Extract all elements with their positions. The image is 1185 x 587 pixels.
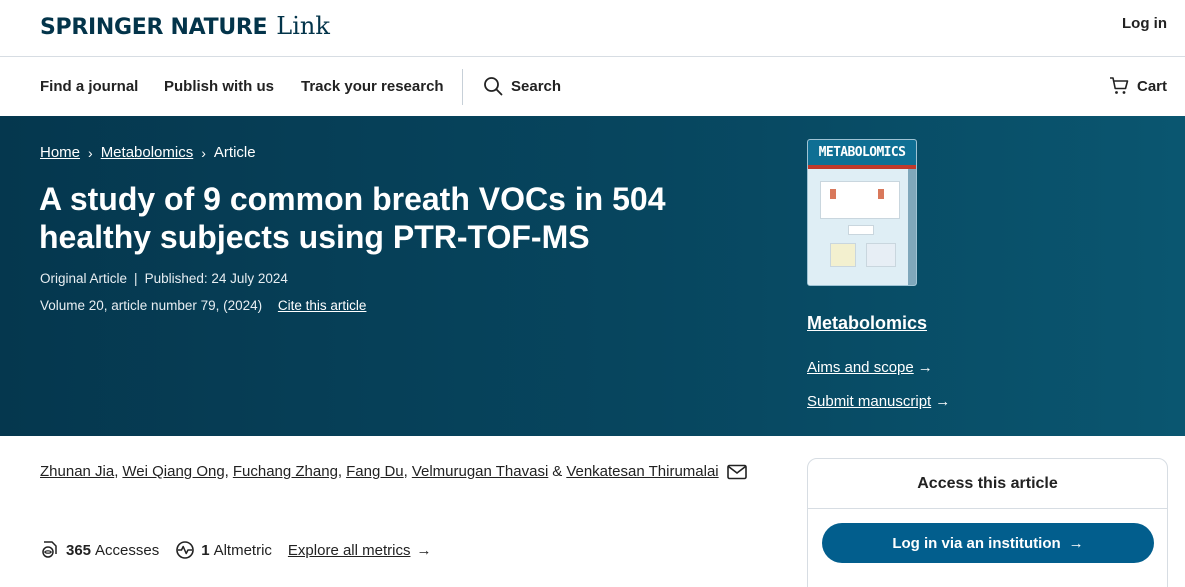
login-link[interactable]: Log in bbox=[1122, 15, 1167, 32]
cart-button[interactable]: Cart bbox=[1109, 76, 1167, 96]
logo-brand: SPRINGER NATURE bbox=[40, 15, 268, 40]
author-link[interactable]: Velmurugan Thavasi bbox=[412, 463, 548, 480]
aims-scope-label: Aims and scope bbox=[807, 359, 914, 376]
main-nav: Find a journal Publish with us Track you… bbox=[0, 58, 1185, 116]
accesses-count: 365 bbox=[66, 541, 92, 559]
cover-figure bbox=[830, 189, 836, 199]
search-icon bbox=[484, 77, 503, 96]
cite-this-article-link[interactable]: Cite this article bbox=[278, 298, 367, 313]
access-divider bbox=[808, 508, 1167, 509]
breadcrumb-journal[interactable]: Metabolomics bbox=[101, 144, 194, 161]
accesses-icon bbox=[42, 541, 57, 558]
breadcrumb-current: Article bbox=[213, 144, 256, 161]
accesses-label: Accesses bbox=[95, 541, 160, 559]
journal-cover-image[interactable]: METABOLOMICS bbox=[807, 139, 917, 286]
volume-info: Volume 20, article number 79, (2024) bbox=[40, 298, 263, 313]
cover-artwork bbox=[808, 169, 916, 285]
arrow-right-icon: → bbox=[935, 393, 951, 410]
author-link[interactable]: Fang Du bbox=[346, 463, 404, 480]
search-button[interactable]: Search bbox=[483, 76, 561, 96]
article-metrics: 365 Accesses 1 Altmetric Explore all met… bbox=[40, 540, 431, 560]
submit-manuscript-link[interactable]: Submit manuscript → bbox=[807, 393, 950, 410]
search-label: Search bbox=[511, 77, 562, 95]
article-meta: Original Article | Published: 24 July 2024 bbox=[40, 271, 288, 286]
springer-nature-link-logo[interactable]: SPRINGER NATURE Link bbox=[40, 12, 330, 40]
nav-find-journal[interactable]: Find a journal bbox=[40, 78, 138, 95]
cart-icon bbox=[1109, 77, 1129, 94]
breadcrumb-home[interactable]: Home bbox=[40, 144, 80, 161]
submit-manuscript-label: Submit manuscript bbox=[807, 393, 932, 410]
arrow-right-icon: → bbox=[917, 359, 933, 376]
access-article-panel: Access this article Log in via an instit… bbox=[807, 458, 1168, 587]
aims-scope-link[interactable]: Aims and scope → bbox=[807, 359, 933, 376]
chevron-right-icon: › bbox=[88, 144, 93, 161]
article-title-line1: A study of 9 common breath VOCs in 504 bbox=[39, 181, 666, 217]
article-citation: Volume 20, article number 79, (2024) Cit… bbox=[40, 298, 366, 313]
cover-title: METABOLOMICS bbox=[808, 140, 916, 165]
cover-edge bbox=[908, 169, 916, 285]
nav-track-research[interactable]: Track your research bbox=[301, 78, 444, 95]
cover-figure bbox=[820, 181, 900, 219]
author-link[interactable]: Zhunan Jia bbox=[40, 463, 114, 480]
altmetric-label: Altmetric bbox=[213, 541, 272, 559]
cart-label: Cart bbox=[1136, 77, 1167, 95]
journal-name-link[interactable]: Metabolomics bbox=[807, 313, 927, 334]
arrow-right-icon: → bbox=[416, 541, 432, 559]
nav-divider bbox=[462, 69, 463, 105]
cover-figure bbox=[866, 243, 896, 267]
published-date: Published: 24 July 2024 bbox=[144, 271, 288, 286]
cover-figure bbox=[878, 189, 884, 199]
top-bar: SPRINGER NATURE Link Log in bbox=[0, 0, 1185, 57]
cover-figure bbox=[830, 243, 856, 267]
author-link[interactable]: Wei Qiang Ong bbox=[122, 463, 224, 480]
article-title-line2: healthy subjects using PTR-TOF-MS bbox=[39, 219, 590, 255]
article-title: A study of 9 common breath VOCs in 504 h… bbox=[39, 180, 759, 256]
article-type: Original Article bbox=[40, 271, 128, 286]
author-separator: & bbox=[552, 463, 563, 480]
author-list: Zhunan Jia, Wei Qiang Ong, Fuchang Zhang… bbox=[40, 463, 747, 480]
email-icon[interactable] bbox=[726, 464, 747, 480]
access-title: Access this article bbox=[917, 475, 1058, 492]
nav-publish-with-us[interactable]: Publish with us bbox=[164, 78, 274, 95]
altmetric-count: 1 bbox=[201, 541, 210, 559]
institution-login-label: Log in via an institution bbox=[892, 534, 1061, 552]
author-link[interactable]: Venkatesan Thirumalai bbox=[566, 463, 718, 480]
author-link[interactable]: Fuchang Zhang bbox=[233, 463, 338, 480]
arrow-right-icon: → bbox=[1068, 534, 1084, 552]
chevron-right-icon: › bbox=[201, 144, 206, 161]
institution-login-button[interactable]: Log in via an institution → bbox=[822, 523, 1154, 563]
breadcrumb: Home › Metabolomics › Article bbox=[40, 144, 256, 161]
article-hero: Home › Metabolomics › Article A study of… bbox=[0, 116, 1185, 436]
logo-product: Link bbox=[276, 12, 330, 40]
altmetric-icon bbox=[176, 541, 195, 559]
explore-metrics-link[interactable]: Explore all metrics bbox=[288, 542, 411, 559]
cover-figure bbox=[848, 225, 874, 235]
